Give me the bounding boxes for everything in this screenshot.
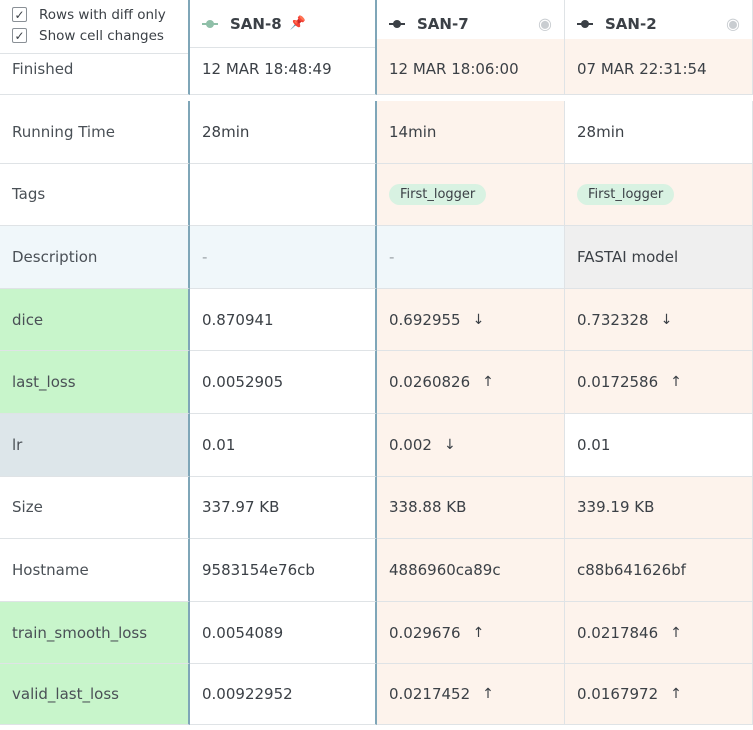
cell-value: 0.01 [565,414,753,477]
cell-value: 07 MAR 22:31:54 [565,39,753,95]
arrow-up-icon: ↑ [670,374,682,391]
eye-icon[interactable]: ◉ [726,14,740,33]
row-label: valid_last_loss [0,664,190,725]
cell-value: 0.00922952 [190,664,377,725]
experiment-icon [389,19,405,29]
table-row: Finished 12 MAR 18:48:49 12 MAR 18:06:00… [0,39,753,95]
cell-value: 338.88 KB [377,476,565,540]
row-label: train_smooth_loss [0,601,190,665]
pin-icon[interactable]: 📌 [290,16,306,31]
table-row: train_smooth_loss 0.0054089 0.029676 ↑ 0… [0,601,753,665]
table-row: Size 337.97 KB 338.88 KB 339.19 KB [0,476,753,540]
row-label: last_loss [0,351,190,414]
table-row: Running Time 28min 14min 28min [0,101,753,164]
row-label: Description [0,226,190,289]
cell-value-with-change: 0.0260826 ↑ [377,351,565,414]
arrow-up-icon: ↑ [670,686,682,703]
cell-value-with-change: 0.732328 ↓ [565,288,753,352]
cell-value: - [190,226,377,289]
table-row: valid_last_loss 0.00922952 0.0217452 ↑ 0… [0,664,753,725]
row-label: lr [0,414,190,477]
row-label: Size [0,476,190,540]
cell-value: 9583154e76cb [190,539,377,602]
experiment-name[interactable]: SAN-8 [230,15,282,33]
cell-value: - [377,226,565,289]
cell-value-with-change: 0.0217452 ↑ [377,664,565,725]
cell-value: 4886960ca89c [377,539,565,602]
cell-value: 339.19 KB [565,476,753,540]
metric-value: 0.0167972 [577,685,659,704]
metric-value: 0.692955 [389,310,461,329]
metric-value: 0.0172586 [577,373,659,392]
table-row: Hostname 9583154e76cb 4886960ca89c c88b6… [0,539,753,602]
metric-value: 0.002 [389,435,432,454]
row-label: Finished [0,39,190,95]
table-row: last_loss 0.0052905 0.0260826 ↑ 0.017258… [0,351,753,414]
arrow-down-icon: ↓ [443,436,456,453]
experiment-icon [577,19,593,29]
cell-value-with-change: 0.0217846 ↑ [565,601,753,665]
tag-chip[interactable]: First_logger [389,183,487,205]
tag-chip[interactable]: First_logger [577,183,675,205]
cell-value-with-change: 0.0172586 ↑ [565,351,753,414]
cell-value: c88b641626bf [565,539,753,602]
tags-cell: First_logger [377,163,565,227]
metric-value: 0.0217452 [389,685,471,704]
table-row: Tags First_logger First_logger [0,163,753,227]
cell-value: 14min [377,101,565,164]
tags-cell: First_logger [565,163,753,227]
experiment-name[interactable]: SAN-2 [605,15,657,33]
cell-value: 28min [190,101,377,164]
table-row: dice 0.870941 0.692955 ↓ 0.732328 ↓ [0,288,753,352]
cell-value: FASTAI model [565,226,753,289]
cell-value-with-change: 0.029676 ↑ [377,601,565,665]
cell-value: 0.01 [190,414,377,477]
arrow-up-icon: ↑ [670,624,682,641]
cell-value-with-change: 0.0167972 ↑ [565,664,753,725]
cell-value-with-change: 0.692955 ↓ [377,288,565,352]
experiment-light-icon [202,19,218,29]
experiment-name[interactable]: SAN-7 [417,15,469,33]
row-label: Tags [0,163,190,227]
cell-value: 12 MAR 18:48:49 [190,39,377,95]
table-row: Description - - FASTAI model [0,226,753,289]
metric-value: 0.732328 [577,310,649,329]
row-label: Hostname [0,539,190,602]
arrow-up-icon: ↑ [472,624,485,641]
arrow-up-icon: ↑ [482,686,494,703]
rows-with-diff-only-option[interactable]: ✓ Rows with diff only [12,4,188,25]
metric-value: 0.029676 [389,623,461,642]
row-label: Running Time [0,101,190,164]
arrow-down-icon: ↓ [472,311,485,328]
cell-value: 0.0054089 [190,601,377,665]
cell-value: 12 MAR 18:06:00 [377,39,565,95]
cell-value: 28min [565,101,753,164]
row-label: dice [0,288,190,352]
cell-value: 337.97 KB [190,476,377,540]
metric-value: 0.0260826 [389,373,471,392]
metric-value: 0.0217846 [577,623,659,642]
arrow-down-icon: ↓ [660,311,673,328]
rows-with-diff-only-label: Rows with diff only [39,6,166,23]
table-row: lr 0.01 0.002 ↓ 0.01 [0,414,753,477]
eye-icon[interactable]: ◉ [538,14,552,33]
rows-with-diff-only-checkbox[interactable]: ✓ [12,7,27,22]
arrow-up-icon: ↑ [482,374,494,391]
cell-value: 0.0052905 [190,351,377,414]
cell-value-with-change: 0.002 ↓ [377,414,565,477]
cell-value [190,163,377,227]
cell-value: 0.870941 [190,288,377,352]
